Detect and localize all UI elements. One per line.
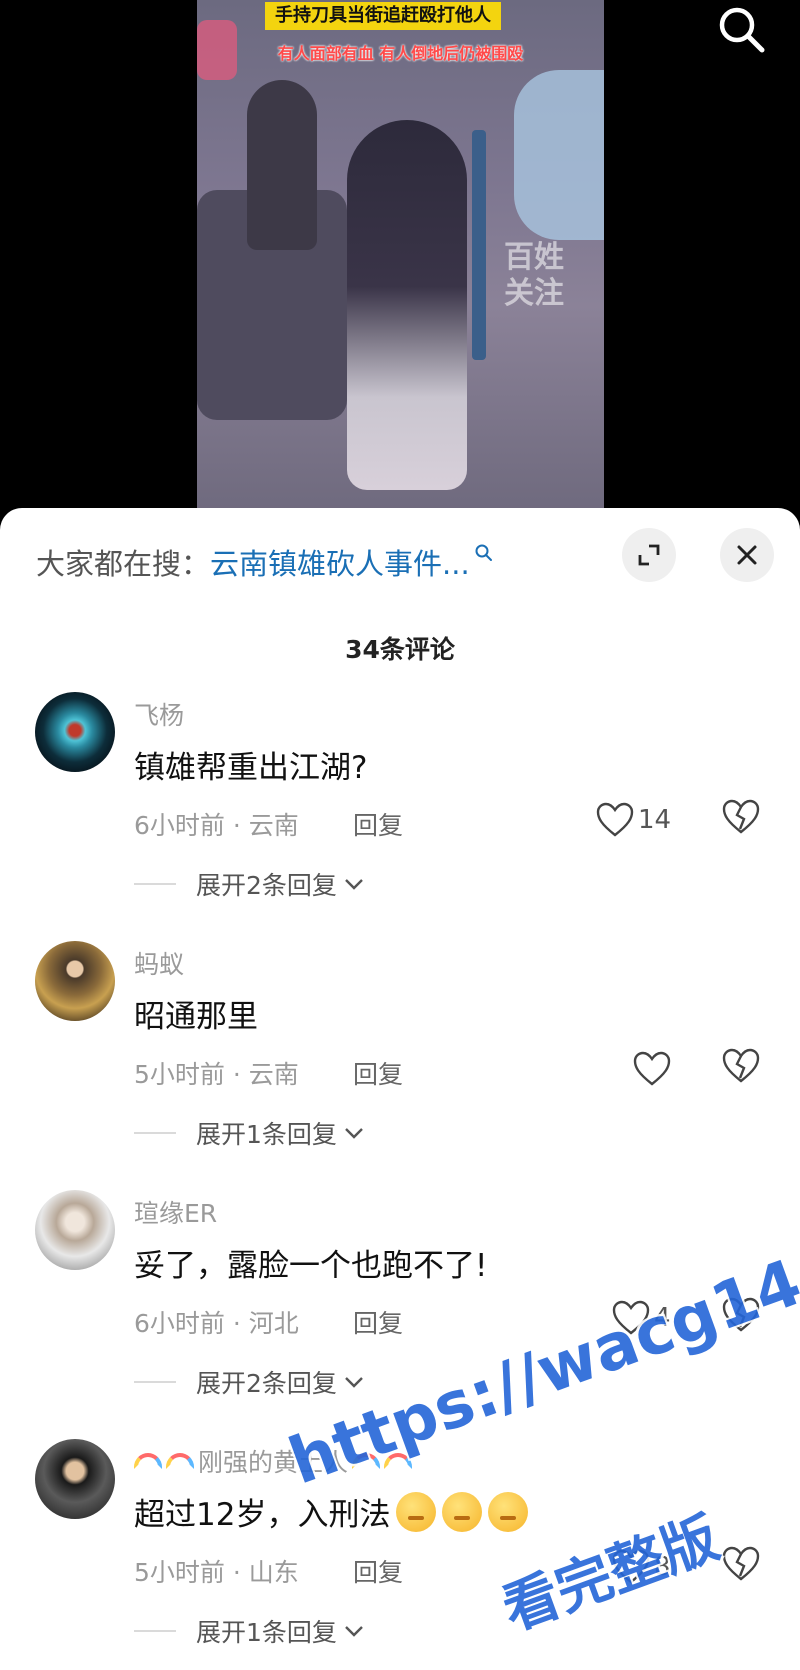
chevron-down-icon bbox=[345, 1377, 363, 1388]
video-scene-sign bbox=[514, 70, 604, 240]
divider bbox=[134, 1630, 176, 1632]
comment-username[interactable]: 飞杨 bbox=[134, 696, 184, 732]
expand-replies-label: 展开2条回复 bbox=[196, 1369, 337, 1398]
like-count: 8 bbox=[654, 1552, 671, 1582]
comment-count: 34条评论 bbox=[345, 635, 455, 664]
worried-face-emoji-icon bbox=[442, 1491, 483, 1532]
like-count: 14 bbox=[638, 805, 672, 835]
avatar[interactable] bbox=[35, 941, 115, 1021]
comment-username[interactable]: 刚强的黄土人 bbox=[134, 1443, 416, 1479]
video-frame[interactable]: 手持刀具当街追赶殴打他人 有人面部有血 有人倒地后仍被围殴 百姓关注 bbox=[197, 0, 604, 510]
expand-replies-button[interactable]: 展开1条回复 bbox=[134, 1111, 365, 1155]
comment-meta: 5小时前 · 云南 bbox=[134, 1060, 299, 1089]
reply-button[interactable]: 回复 bbox=[353, 806, 403, 842]
search-icon[interactable] bbox=[714, 2, 770, 58]
reply-button[interactable]: 回复 bbox=[353, 1553, 403, 1589]
chevron-down-icon bbox=[345, 1626, 363, 1637]
like-button[interactable]: 4 bbox=[612, 1294, 671, 1342]
expand-replies-button[interactable]: 展开1条回复 bbox=[134, 1609, 365, 1653]
heart-icon bbox=[612, 1300, 650, 1335]
divider bbox=[134, 883, 176, 885]
comment-text: 妥了，露脸一个也跑不了! bbox=[134, 1248, 488, 1284]
comment-item: 蚂蚁 昭通那里 5小时前 · 云南 回复 展开1条回复 bbox=[0, 941, 800, 1191]
like-button[interactable]: 14 bbox=[596, 796, 671, 844]
video-player[interactable]: 手持刀具当街追赶殴打他人 有人面部有血 有人倒地后仍被围殴 百姓关注 bbox=[0, 0, 800, 520]
expand-replies-button[interactable]: 展开2条回复 bbox=[134, 1360, 365, 1404]
expand-replies-label: 展开2条回复 bbox=[196, 871, 337, 900]
video-subtitle: 有人面部有血 有人倒地后仍被围殴 bbox=[277, 44, 524, 63]
comment-username[interactable]: 瑄缘ER bbox=[134, 1194, 217, 1230]
like-count: 4 bbox=[654, 1303, 671, 1333]
expand-replies-button[interactable]: 展开2条回复 bbox=[134, 862, 365, 906]
comment-text: 镇雄帮重出江湖? bbox=[134, 750, 368, 786]
heart-icon bbox=[596, 802, 634, 837]
trending-search-query[interactable]: 云南镇雄砍人事件... bbox=[210, 541, 470, 583]
comment-username-text: 刚强的黄土人 bbox=[198, 1448, 349, 1477]
avatar[interactable] bbox=[35, 1190, 115, 1270]
close-icon[interactable] bbox=[720, 528, 774, 582]
expand-replies-label: 展开1条回复 bbox=[196, 1120, 337, 1149]
worried-face-emoji-icon bbox=[396, 1491, 437, 1532]
broken-heart-icon[interactable] bbox=[722, 1047, 760, 1085]
video-title: 手持刀具当街追赶殴打他人 bbox=[265, 2, 501, 30]
heart-icon bbox=[612, 1549, 650, 1584]
chevron-down-icon bbox=[345, 879, 363, 890]
video-scene-bystander bbox=[247, 80, 317, 250]
broken-heart-icon[interactable] bbox=[722, 1545, 760, 1583]
comment-meta: 6小时前 · 云南 bbox=[134, 811, 299, 840]
comment-text-body: 超过12岁，入刑法 bbox=[134, 1497, 391, 1533]
avatar[interactable] bbox=[35, 1439, 115, 1519]
expand-icon[interactable] bbox=[622, 528, 676, 582]
rainbow-emoji-icon bbox=[134, 1453, 162, 1469]
divider bbox=[134, 1132, 176, 1134]
avatar[interactable] bbox=[35, 692, 115, 772]
video-scene-person bbox=[347, 120, 467, 490]
rainbow-emoji-icon bbox=[166, 1453, 194, 1469]
rainbow-emoji-icon bbox=[384, 1453, 413, 1469]
comment-text: 超过12岁，入刑法 bbox=[134, 1489, 529, 1534]
video-scene-pole bbox=[472, 130, 486, 360]
comment-meta: 5小时前 · 山东 bbox=[134, 1558, 299, 1587]
heart-icon bbox=[633, 1051, 671, 1086]
comment-item: 刚强的黄土人 超过12岁，入刑法 5小时前 · 山东 回复 8 展开1条回复 bbox=[0, 1439, 800, 1670]
like-button[interactable]: 8 bbox=[612, 1543, 671, 1591]
expand-replies-label: 展开1条回复 bbox=[196, 1618, 337, 1647]
reply-button[interactable]: 回复 bbox=[353, 1055, 403, 1091]
comment-text: 昭通那里 bbox=[134, 999, 258, 1035]
rainbow-emoji-icon bbox=[352, 1453, 381, 1469]
comment-username[interactable]: 蚂蚁 bbox=[134, 945, 184, 981]
broken-heart-icon[interactable] bbox=[722, 798, 760, 836]
broken-heart-icon[interactable] bbox=[722, 1296, 760, 1334]
video-watermark: 百姓关注 bbox=[504, 240, 564, 311]
comment-sheet: 大家都在搜： 云南镇雄砍人事件... 34条评论 飞杨 镇雄帮重出江湖? 6小时… bbox=[0, 508, 800, 1670]
worried-face-emoji-icon bbox=[488, 1491, 529, 1532]
search-icon bbox=[475, 544, 492, 561]
like-button[interactable] bbox=[633, 1045, 675, 1093]
trending-search-prefix: 大家都在搜： bbox=[36, 547, 211, 581]
chevron-down-icon bbox=[345, 1128, 363, 1139]
trending-search[interactable]: 大家都在搜： 云南镇雄砍人事件... bbox=[36, 532, 494, 592]
comment-item: 飞杨 镇雄帮重出江湖? 6小时前 · 云南 回复 14 展开2条回复 bbox=[0, 692, 800, 942]
divider bbox=[134, 1381, 176, 1383]
reply-button[interactable]: 回复 bbox=[353, 1304, 403, 1340]
comment-meta: 6小时前 · 河北 bbox=[134, 1309, 299, 1338]
comment-item: 瑄缘ER 妥了，露脸一个也跑不了! 6小时前 · 河北 回复 4 展开2条回复 bbox=[0, 1190, 800, 1440]
